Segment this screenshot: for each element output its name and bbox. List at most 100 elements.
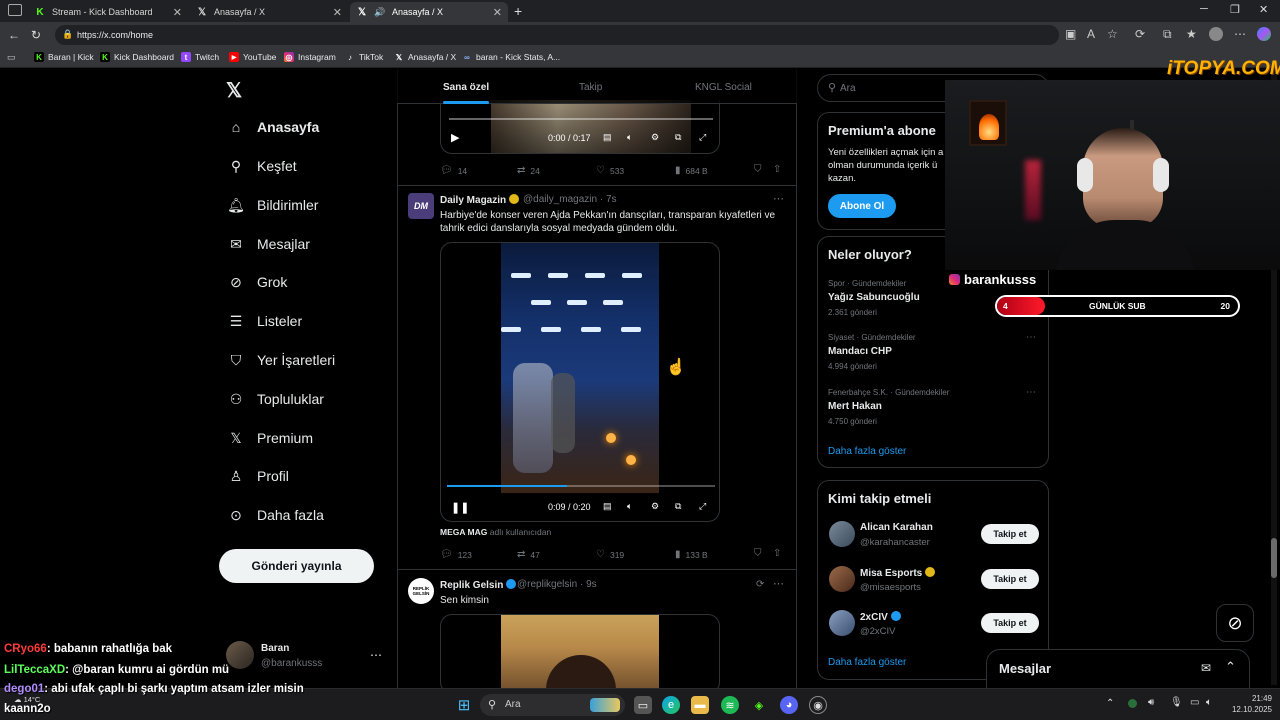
refresh-extension-icon[interactable]: ⟳ bbox=[1135, 27, 1145, 41]
views-button[interactable]: ▮ 133 B bbox=[675, 549, 708, 560]
follow-show-more[interactable]: Daha fazla göster bbox=[828, 657, 906, 668]
expand-icon[interactable]: ⌃ bbox=[1225, 659, 1236, 675]
x-logo-icon[interactable]: 𝕏 bbox=[226, 78, 242, 103]
trends-show-more[interactable]: Daha fazla göster bbox=[828, 446, 906, 457]
settings-icon[interactable]: ⚙ bbox=[651, 132, 659, 143]
follow-avatar[interactable] bbox=[829, 566, 855, 592]
maximize-icon[interactable]: ❐ bbox=[1230, 3, 1240, 16]
bookmark-kick-dashboard[interactable]: K Kick Dashboard bbox=[100, 52, 174, 62]
nav-home[interactable]: ⌂ Anasayfa bbox=[228, 119, 320, 135]
trend-menu-icon[interactable]: ⋯ bbox=[1026, 332, 1036, 343]
new-tab-button[interactable]: + bbox=[514, 3, 522, 19]
share-button[interactable]: ⇧ bbox=[773, 548, 786, 559]
file-explorer-icon[interactable]: ▬ bbox=[691, 696, 709, 714]
repost-button[interactable]: ⇄ 24 bbox=[517, 165, 540, 176]
video-source[interactable]: MEGA MAG adlı kullanıcıdan bbox=[440, 527, 551, 537]
bookmark-x[interactable]: 𝕏 Anasayfa / X bbox=[394, 52, 456, 62]
nav-explore[interactable]: ⚲ Keşfet bbox=[228, 158, 297, 175]
tweet-menu-icon[interactable]: ⋯ bbox=[773, 192, 784, 205]
read-aloud-icon[interactable]: A bbox=[1087, 27, 1095, 41]
captions-icon[interactable]: ▤ bbox=[603, 132, 612, 143]
spotify-icon[interactable]: ≋ bbox=[721, 696, 739, 714]
nav-premium[interactable]: 𝕏 Premium bbox=[228, 430, 313, 447]
favorites-icon[interactable]: ★ bbox=[1186, 27, 1197, 41]
bookmark-button[interactable]: ⛉ bbox=[754, 548, 767, 559]
taskbar-search[interactable]: ⚲ Ara bbox=[480, 694, 625, 716]
tweet-video[interactable] bbox=[440, 614, 720, 694]
minimize-icon[interactable]: ─ bbox=[1200, 3, 1208, 15]
windows-start-icon[interactable]: ⊞ bbox=[455, 696, 473, 714]
nav-communities[interactable]: ⚇ Topluluklar bbox=[228, 391, 324, 408]
clock-time[interactable]: 21:49 bbox=[1232, 694, 1272, 703]
tweet-video[interactable]: ❚❚ 0:09 / 0:20 ▤ 🔈︎ ⚙ ⧉ ⤢ bbox=[440, 242, 720, 522]
nav-lists[interactable]: ☰ Listeler bbox=[228, 313, 302, 330]
views-button[interactable]: ▮ 684 B bbox=[675, 165, 708, 176]
nav-more[interactable]: ⊙ Daha fazla bbox=[228, 507, 324, 524]
follow-button[interactable]: Takip et bbox=[981, 613, 1039, 633]
speaker-icon[interactable]: 🔊 bbox=[374, 6, 386, 18]
split-screen-icon[interactable]: ▣ bbox=[1065, 27, 1076, 41]
trend-name[interactable]: Mert Hakan bbox=[828, 401, 882, 412]
settings-icon[interactable]: ⚙ bbox=[651, 501, 659, 512]
follow-avatar[interactable] bbox=[829, 521, 855, 547]
url-field[interactable]: 🔒 https://x.com/home bbox=[55, 25, 1059, 45]
nav-messages[interactable]: ✉ Mesajlar bbox=[228, 236, 310, 253]
edge-icon[interactable]: e bbox=[662, 696, 680, 714]
tab-following[interactable]: Takip bbox=[579, 82, 602, 93]
speaker-icon[interactable]: 🔈︎ bbox=[1206, 697, 1212, 708]
volume-icon[interactable]: 🔈︎ bbox=[627, 132, 632, 143]
repost-button[interactable]: ⇄ 47 bbox=[517, 549, 540, 560]
bookmark-youtube[interactable]: ▶ YouTube bbox=[229, 52, 276, 62]
bookmark-button[interactable]: ⛉ bbox=[754, 164, 767, 175]
nav-grok[interactable]: ⊘ Grok bbox=[228, 274, 287, 291]
discord-icon[interactable]: ◕ bbox=[780, 696, 798, 714]
pip-icon[interactable]: ⧉ bbox=[675, 501, 681, 512]
account-menu-icon[interactable]: ⋯ bbox=[370, 648, 382, 662]
refresh-icon[interactable]: ↻ bbox=[31, 28, 41, 42]
menu-icon[interactable]: ⋯ bbox=[1234, 27, 1246, 41]
pip-icon[interactable]: ⧉ bbox=[675, 132, 681, 143]
captions-icon[interactable]: ▤ bbox=[603, 501, 612, 512]
clock-date[interactable]: 12.10.2025 bbox=[1222, 705, 1272, 714]
close-icon[interactable]: ✕ bbox=[493, 6, 502, 19]
volume-icon[interactable]: 🔊︎ bbox=[1148, 697, 1154, 708]
video-progress-track[interactable] bbox=[447, 485, 715, 487]
tweet-author[interactable]: Daily Magazin bbox=[440, 194, 520, 206]
follow-avatar[interactable] bbox=[829, 610, 855, 636]
video-progress-track[interactable] bbox=[449, 118, 713, 120]
network-icon[interactable]: ▭ bbox=[1190, 697, 1199, 708]
like-button[interactable]: ♡ 533 bbox=[596, 165, 624, 176]
fullscreen-icon[interactable]: ⤢ bbox=[699, 132, 706, 143]
subscribe-button[interactable]: Abone Ol bbox=[828, 194, 896, 218]
bookmark-tiktok[interactable]: ♪ TikTok bbox=[345, 52, 383, 62]
follow-button[interactable]: Takip et bbox=[981, 524, 1039, 544]
back-icon[interactable]: ← bbox=[8, 28, 20, 42]
microphone-icon[interactable]: 🎙︎ bbox=[1170, 697, 1183, 708]
post-button[interactable]: Gönderi yayınla bbox=[219, 549, 374, 583]
tray-app-icon[interactable] bbox=[1128, 699, 1137, 708]
tweet-menu-icon[interactable]: ⋯ bbox=[773, 577, 784, 590]
volume-icon[interactable]: 🔈︎ bbox=[627, 501, 632, 512]
trend-name[interactable]: Yağız Sabuncuoğlu bbox=[828, 292, 920, 303]
play-icon[interactable]: ▶ bbox=[451, 131, 459, 144]
sidebar-toggle-icon[interactable]: ▭ bbox=[7, 52, 16, 63]
reply-button[interactable]: 💬︎ 123 bbox=[440, 549, 472, 560]
bookmark-baran-kick[interactable]: K Baran | Kick bbox=[34, 52, 94, 62]
trend-name[interactable]: Mandacı CHP bbox=[828, 346, 892, 357]
close-window-icon[interactable]: ✕ bbox=[1259, 3, 1268, 16]
obs-kick-icon[interactable]: ◈ bbox=[750, 696, 768, 714]
nav-notifications[interactable]: 🔔︎ Bildirimler bbox=[227, 197, 318, 214]
bookmark-twitch[interactable]: t Twitch bbox=[181, 52, 219, 62]
extensions-icon[interactable]: ⧉ bbox=[1163, 27, 1172, 42]
trend-menu-icon[interactable]: ⋯ bbox=[1026, 387, 1036, 398]
tweet-author[interactable]: Replik Gelsin bbox=[440, 579, 517, 591]
share-button[interactable]: ⇧ bbox=[773, 164, 786, 175]
follow-button[interactable]: Takip et bbox=[981, 569, 1039, 589]
account-avatar[interactable] bbox=[226, 641, 254, 669]
follow-name[interactable]: 2xCIV bbox=[860, 611, 901, 623]
copilot-icon[interactable] bbox=[1257, 27, 1271, 41]
nav-profile[interactable]: ♙ Profil bbox=[228, 468, 289, 485]
favorite-star-icon[interactable]: ☆ bbox=[1107, 27, 1118, 41]
task-view-icon[interactable]: ▭ bbox=[634, 696, 652, 714]
new-message-icon[interactable]: ✉ bbox=[1201, 661, 1211, 675]
